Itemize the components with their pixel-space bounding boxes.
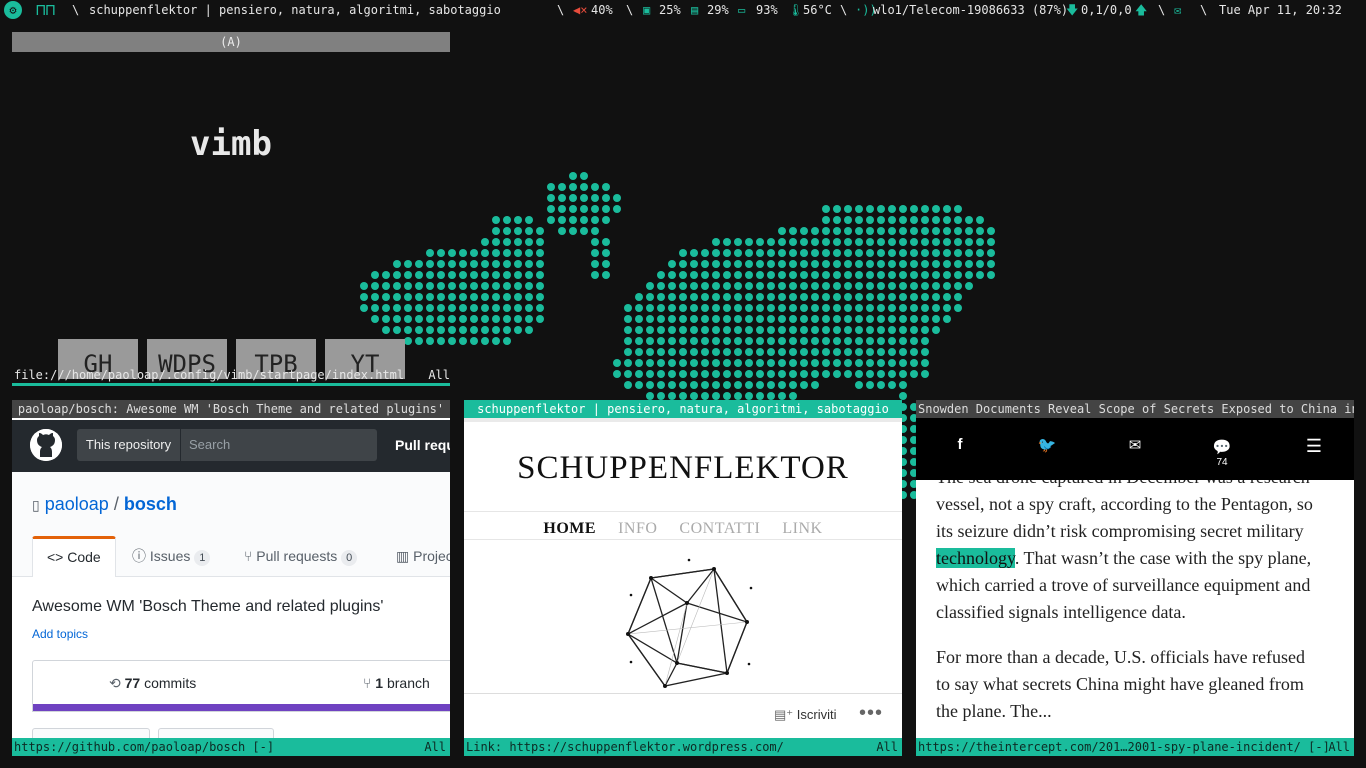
facebook-icon[interactable]: f [940,436,980,453]
more-options-icon[interactable]: ••• [859,702,883,725]
pull-requests-count: 0 [341,550,358,566]
tab-code[interactable]: <> Code [32,536,116,577]
repo-name-link[interactable]: bosch [124,494,177,514]
wordpress-window[interactable]: schuppenflektor | pensiero, natura, algo… [464,400,902,756]
twitter-icon[interactable]: 🐦 [1027,436,1067,454]
article-body: The sea drone captured in December was a… [936,480,1316,738]
nav-info[interactable]: INFO [618,520,657,537]
intercept-statusbar: https://theintercept.com/201…2001-spy-pl… [916,738,1354,756]
status-url: https://github.com/paoloap/bosch [-] [14,740,275,754]
email-icon[interactable]: ✉ [1115,436,1155,454]
project-icon: ▥ [396,548,410,564]
repo-stats: ⟲ 77 commits ⑂ 1 branch [32,660,450,712]
vimb-statusbar: file:///home/paoloap/.config/vimb/startp… [12,366,450,386]
branch-icon: ⑂ [363,675,372,691]
pull-requests-link[interactable]: Pull requests [395,429,450,461]
branch-link[interactable]: ⑂ 1 branch [363,675,430,691]
repo-header: ▯ paoloap / bosch <> Code ⓘ Issues 1 ⑂ P… [12,472,450,577]
window-titlebar: Snowden Documents Reveal Scope of Secret… [916,400,1354,418]
comment-count: 74 [1216,457,1228,468]
repo-book-icon: ▯ [32,497,40,513]
pull-request-icon: ⑂ [244,548,253,564]
tab-pull-requests[interactable]: ⑂ Pull requests 0 [244,536,358,577]
status-position: All [876,740,898,754]
window-titlebar: (A) [12,32,450,52]
repo-breadcrumb: ▯ paoloap / bosch [32,494,177,515]
issues-count: 1 [194,550,211,566]
article-paragraph: The sea drone captured in December was a… [936,480,1313,622]
github-window[interactable]: paoloap/bosch: Awesome WM 'Bosch Theme a… [12,400,450,756]
vimb-startpage-window[interactable]: (A) vimb GH WDPS TPB YT [12,28,450,386]
code-icon: <> [47,549,64,565]
status-position: All [428,368,450,382]
menu-icon[interactable]: ☰ [1294,436,1334,457]
status-position: All [424,740,446,754]
history-icon: ⟲ [109,675,121,691]
subscribe-button[interactable]: ▤⁺ Iscriviti [774,707,837,723]
repo-description: Awesome WM 'Bosch Theme and related plug… [32,598,384,615]
search-scope-label[interactable]: This repository [77,429,180,461]
polyhedron-illustration [626,558,753,688]
github-octocat-icon[interactable] [30,429,62,461]
status-position: All [1328,740,1350,754]
site-navigation: HOME INFO CONTATTI LINK [464,511,902,540]
status-url: Link: https://schuppenflektor.wordpress.… [466,740,784,754]
window-titlebar: paoloap/bosch: Awesome WM 'Bosch Theme a… [12,400,450,418]
nav-contatti[interactable]: CONTATTI [679,520,760,537]
site-title[interactable]: SCHUPPENFLEKTOR [464,450,902,487]
comments-icon[interactable]: 💬 74 [1202,438,1242,468]
status-url: file:///home/paoloap/.config/vimb/startp… [14,368,405,382]
follow-icon: ▤⁺ [774,707,794,722]
wordpress-follow-bar: ▤⁺ Iscriviti ••• [464,693,902,737]
nav-link[interactable]: LINK [782,520,822,537]
github-statusbar: https://github.com/paoloap/bosch [-] All [12,738,450,756]
add-topics-link[interactable]: Add topics [32,627,88,641]
issue-icon: ⓘ [132,548,146,564]
window-titlebar: schuppenflektor | pensiero, natura, algo… [464,400,902,418]
intercept-window[interactable]: Snowden Documents Reveal Scope of Secret… [916,400,1354,756]
article-paragraph: For more than a decade, U.S. officials h… [936,647,1306,721]
share-bar: f 🐦 ✉ 💬 74 ☰ [916,418,1354,480]
vimb-logo: vimb [190,124,272,164]
tab-projects[interactable]: ▥ Projects [396,536,450,577]
search-highlight: technology [936,548,1015,568]
github-header: This repository Search Pull requests [12,420,450,472]
wordpress-statusbar: Link: https://schuppenflektor.wordpress.… [464,738,902,756]
status-url: https://theintercept.com/201…2001-spy-pl… [918,740,1330,754]
repo-separator: / [113,494,119,514]
tab-issues[interactable]: ⓘ Issues 1 [132,536,211,577]
search-input[interactable]: Search [180,429,377,461]
language-bar [33,704,450,711]
nav-home[interactable]: HOME [543,520,596,537]
commits-link[interactable]: ⟲ 77 commits [109,675,196,692]
repo-owner-link[interactable]: paoloap [45,494,109,514]
